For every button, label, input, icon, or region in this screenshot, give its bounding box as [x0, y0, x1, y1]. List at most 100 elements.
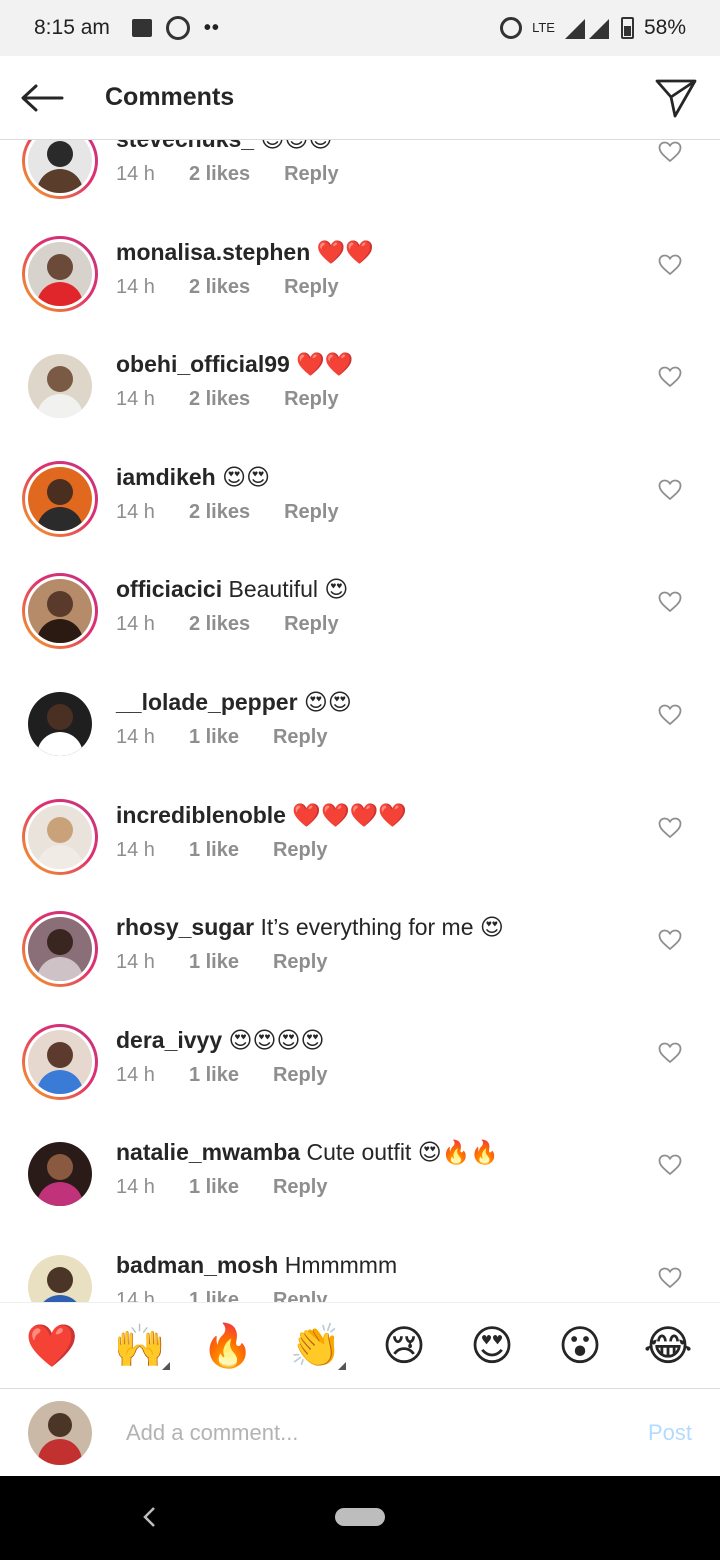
heart-outline-icon[interactable]	[658, 479, 682, 501]
comment-username[interactable]: monalisa.stephen	[116, 239, 310, 265]
heart-outline-icon[interactable]	[658, 1154, 682, 1176]
comment-meta: 14 h 1 like Reply	[116, 1064, 327, 1087]
reply-button[interactable]: Reply	[273, 839, 327, 862]
comment-row: officiacici Beautiful 😍 14 h 2 likes Reply	[0, 573, 720, 686]
reply-button[interactable]: Reply	[284, 388, 338, 411]
comment-text: iamdikeh 😍😍	[116, 463, 640, 492]
status-time: 8:15 am	[34, 16, 110, 39]
reply-button[interactable]: Reply	[284, 276, 338, 299]
comment-emoji: ❤️❤️	[316, 239, 374, 266]
comment-row: natalie_mwamba Cute outfit 😍🔥🔥 14 h 1 like…	[0, 1136, 720, 1249]
reply-button[interactable]: Reply	[284, 163, 338, 186]
comment-likes[interactable]: 2 likes	[189, 163, 250, 186]
share-button[interactable]	[654, 76, 698, 120]
comment-time: 14 h	[116, 613, 155, 636]
comment-avatar[interactable]	[22, 573, 98, 650]
nav-home-button[interactable]	[335, 1508, 385, 1526]
comment-avatar[interactable]	[22, 460, 98, 537]
heart-outline-icon[interactable]	[658, 1042, 682, 1064]
comment-input[interactable]	[126, 1419, 596, 1446]
comment-emoji: 😍	[324, 577, 349, 604]
comment-username[interactable]: dera_ivyy	[116, 1027, 222, 1053]
comment-username[interactable]: iamdikeh	[116, 464, 216, 490]
tears-of-joy-icon: 😂	[643, 1321, 693, 1370]
clapping-hands-emoji-button[interactable]: 👏	[286, 1316, 346, 1376]
comment-username[interactable]: natalie_mwamba	[116, 1139, 300, 1165]
reply-button[interactable]: Reply	[273, 1176, 327, 1199]
comment-avatar[interactable]	[22, 911, 98, 988]
comment-row: badman_mosh Hmmmmm 14 h 1 like Reply	[0, 1249, 720, 1302]
reply-button[interactable]: Reply	[273, 951, 327, 974]
heart-outline-icon[interactable]	[658, 254, 682, 276]
red-heart-emoji-button[interactable]: ❤️	[22, 1316, 82, 1376]
comment-likes[interactable]: 1 like	[189, 839, 239, 862]
comment-avatar[interactable]	[22, 1136, 98, 1212]
whatsapp-notification-icon	[165, 16, 190, 40]
comment-emoji: 😍	[479, 915, 504, 942]
avatar-image	[28, 241, 92, 306]
open-mouth-emoji-button[interactable]: 😮	[550, 1316, 610, 1376]
comment-emoji: 😍😍	[303, 689, 352, 716]
comment-row: monalisa.stephen ❤️❤️ 14 h 2 likes Reply	[0, 235, 720, 349]
comment-likes[interactable]: 2 likes	[189, 276, 250, 299]
comment-likes[interactable]: 1 like	[189, 1176, 239, 1199]
crying-face-emoji-button[interactable]: 😢	[374, 1316, 434, 1376]
heart-outline-icon[interactable]	[658, 591, 682, 613]
comment-username[interactable]: officiacici	[116, 576, 222, 602]
tears-of-joy-emoji-button[interactable]: 😂	[638, 1316, 698, 1376]
heart-outline-icon[interactable]	[658, 929, 682, 951]
battery-percent: 58%	[643, 16, 686, 39]
comment-text: stevechuks_ 😍😍😍	[116, 140, 640, 154]
comment-likes[interactable]: 2 likes	[189, 501, 250, 524]
comment-time: 14 h	[116, 1176, 155, 1199]
comment-likes[interactable]: 1 like	[189, 726, 239, 749]
comment-username[interactable]: badman_mosh	[116, 1252, 278, 1278]
heart-eyes-emoji-button[interactable]: 😍	[462, 1316, 522, 1376]
comment-avatar[interactable]	[22, 348, 98, 424]
comment-avatar[interactable]	[22, 686, 98, 762]
gallery-notification-icon	[131, 19, 152, 37]
heart-outline-icon[interactable]	[658, 366, 682, 388]
comment-avatar[interactable]	[22, 235, 98, 312]
comment-avatar[interactable]	[22, 140, 98, 199]
comment-username[interactable]: stevechuks_	[116, 140, 254, 152]
heart-outline-icon[interactable]	[658, 141, 682, 163]
reply-button[interactable]: Reply	[273, 726, 327, 749]
comment-meta: 14 h 1 like Reply	[116, 1176, 327, 1199]
comment-likes[interactable]: 1 like	[189, 1064, 239, 1087]
heart-outline-icon[interactable]	[658, 704, 682, 726]
chevron-left-icon	[143, 1507, 155, 1527]
reply-button[interactable]: Reply	[284, 501, 338, 524]
comment-avatar[interactable]	[22, 1023, 98, 1100]
heart-outline-icon[interactable]	[658, 1267, 682, 1289]
comment-meta: 14 h 1 like Reply	[116, 951, 327, 974]
comment-likes[interactable]: 2 likes	[189, 613, 250, 636]
heart-outline-icon[interactable]	[658, 817, 682, 839]
raising-hands-emoji-button[interactable]: 🙌	[110, 1316, 170, 1376]
comment-avatar[interactable]	[22, 798, 98, 875]
comment-likes[interactable]: 1 like	[189, 951, 239, 974]
comment-list[interactable]: stevechuks_ 😍😍😍14 h2 likesReplymonalisa.…	[0, 140, 720, 1302]
comment-text: monalisa.stephen ❤️❤️	[116, 238, 640, 267]
fire-emoji-button[interactable]: 🔥	[198, 1316, 258, 1376]
comment-username[interactable]: rhosy_sugar	[116, 914, 254, 940]
open-mouth-icon: 😮	[558, 1321, 602, 1370]
post-button[interactable]: Post	[648, 1420, 692, 1446]
nav-back-button[interactable]	[134, 1502, 164, 1532]
comment-likes[interactable]: 1 like	[189, 1289, 239, 1302]
avatar-image	[28, 140, 92, 193]
comment-likes[interactable]: 2 likes	[189, 388, 250, 411]
comment-emoji: 😍😍😍	[260, 140, 333, 153]
reply-button[interactable]: Reply	[273, 1064, 327, 1087]
reply-button[interactable]: Reply	[284, 613, 338, 636]
comment-avatar[interactable]	[22, 1249, 98, 1302]
comment-row: dera_ivyy 😍😍😍😍 14 h 1 like Reply	[0, 1023, 720, 1137]
comment-username[interactable]: __lolade_pepper	[116, 689, 298, 715]
reply-button[interactable]: Reply	[273, 1289, 327, 1302]
comment-emoji: 😍😍	[222, 464, 271, 491]
comment-time: 14 h	[116, 951, 155, 974]
comment-username[interactable]: incrediblenoble	[116, 802, 286, 828]
comment-text: incrediblenoble ❤️❤️❤️❤️	[116, 801, 640, 830]
back-button[interactable]	[0, 56, 84, 140]
comment-username[interactable]: obehi_official99	[116, 351, 290, 377]
